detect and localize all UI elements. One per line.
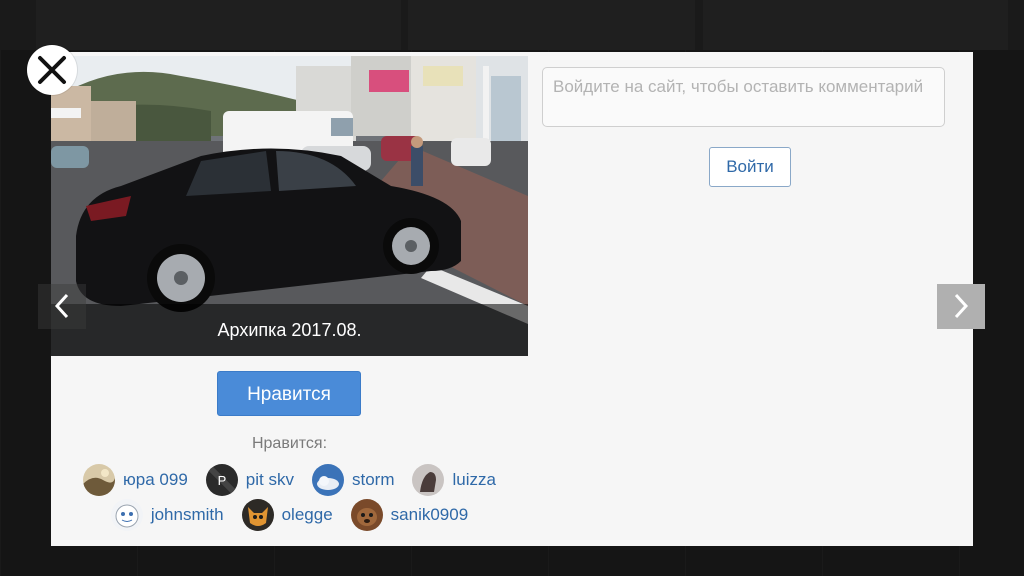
- photo-caption: Архипка 2017.08.: [51, 304, 528, 356]
- liker-name[interactable]: olegge: [282, 505, 333, 525]
- cartoon-fox-avatar-icon: [241, 498, 274, 531]
- landscape-avatar-icon: [83, 463, 116, 496]
- liker-item[interactable]: olegge: [241, 498, 333, 531]
- close-button[interactable]: [27, 45, 77, 95]
- liker-item[interactable]: юра 099: [83, 463, 188, 496]
- cartoon-face-avatar-icon: [110, 498, 143, 531]
- like-button[interactable]: Нравится: [217, 371, 361, 416]
- chevron-right-icon: [954, 293, 969, 319]
- next-photo-button[interactable]: [937, 284, 985, 329]
- liker-name[interactable]: storm: [352, 470, 395, 490]
- liker-item[interactable]: storm: [311, 463, 395, 496]
- photo[interactable]: Архипка 2017.08.: [51, 56, 528, 356]
- avatar-letter: P: [217, 473, 226, 488]
- backdrop-tile: [36, 0, 401, 50]
- likes-label: Нравится:: [251, 435, 328, 452]
- likers-list: юра 099 P pit skv storm luizza johnsmith…: [51, 462, 528, 532]
- login-button[interactable]: Войти: [709, 147, 791, 187]
- photo-pane: Архипка 2017.08. Нравится Нравится: юра …: [51, 52, 528, 546]
- letter-p-avatar-icon: P: [205, 463, 238, 496]
- likers-row: johnsmith olegge sanik0909: [51, 497, 528, 532]
- close-icon: [38, 56, 66, 84]
- comment-input[interactable]: [542, 67, 945, 127]
- likers-row: юра 099 P pit skv storm luizza: [51, 462, 528, 497]
- liker-name[interactable]: pit skv: [246, 470, 294, 490]
- backdrop-tile: [703, 0, 1008, 50]
- previous-photo-button[interactable]: [38, 284, 86, 329]
- comments-pane: Войти: [528, 52, 973, 546]
- horse-avatar-icon: [412, 463, 445, 496]
- photo-viewer-modal: Архипка 2017.08. Нравится Нравится: юра …: [51, 52, 973, 546]
- liker-name[interactable]: johnsmith: [151, 505, 224, 525]
- liker-name[interactable]: sanik0909: [391, 505, 469, 525]
- liker-item[interactable]: sanik0909: [350, 498, 469, 531]
- liker-item[interactable]: P pit skv: [205, 463, 294, 496]
- liker-item[interactable]: johnsmith: [110, 498, 224, 531]
- liker-name[interactable]: юра 099: [123, 470, 188, 490]
- dog-avatar-icon: [350, 498, 383, 531]
- liker-name[interactable]: luizza: [452, 470, 495, 490]
- backdrop-tile: [408, 0, 695, 50]
- cloud-avatar-icon: [311, 463, 344, 496]
- chevron-left-icon: [54, 293, 69, 319]
- liker-item[interactable]: luizza: [412, 463, 496, 496]
